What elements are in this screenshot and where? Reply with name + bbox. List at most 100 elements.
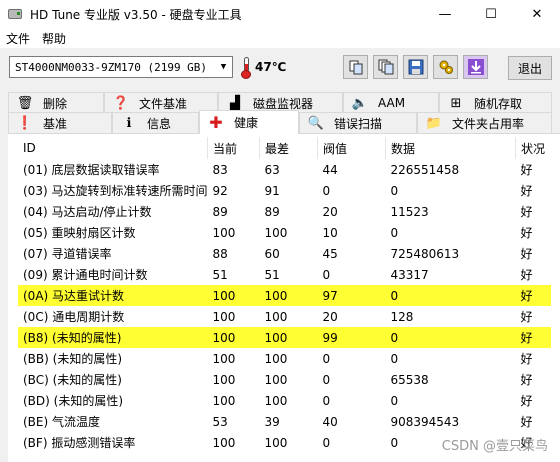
save-icon xyxy=(408,59,423,75)
cell-status: 好 xyxy=(520,247,533,261)
table-row[interactable]: (BD) (未知的属性) 100 100 0 0 好 xyxy=(18,390,551,411)
folder-icon: 📁 xyxy=(425,115,443,131)
table-row[interactable]: (05) 重映射扇区计数 100 100 10 0 好 xyxy=(18,222,551,243)
cell-status: 好 xyxy=(520,268,533,282)
cell-thr: 40 xyxy=(322,414,338,429)
tab-label: 文件基准 xyxy=(139,96,188,111)
menu-help[interactable]: 帮助 xyxy=(36,30,72,47)
table-row[interactable]: (BB) (未知的属性) 100 100 0 0 好 xyxy=(18,348,551,369)
col-header-worst[interactable]: 最差 xyxy=(258,137,318,159)
menu-file[interactable]: 文件 xyxy=(0,30,36,47)
drive-select[interactable]: ST4000NM0033-9ZM170 (2199 GB) ▼ xyxy=(9,56,233,78)
cell-data: 0 xyxy=(385,285,516,306)
cell-worst: 100 xyxy=(264,372,288,387)
cell-data: 0 xyxy=(390,225,399,240)
tab-error-scan[interactable]: 🔍 错误扫描 xyxy=(299,112,417,133)
health-panel: ID 当前 最差 阀值 数据 状况 (01) 底层数据读取错误率 83 63 44 22… xyxy=(8,133,560,462)
cell-thr: 20 xyxy=(322,204,338,219)
cell-data: 11523 xyxy=(390,204,429,219)
tab-erase[interactable]: 🗑 删除 xyxy=(8,92,104,113)
cell-worst: 100 xyxy=(264,435,288,450)
chevron-down-icon[interactable]: ▼ xyxy=(215,57,232,77)
cell-id: (03) 马达旋转到标准转速所需时间 xyxy=(23,184,208,198)
copy-icon xyxy=(349,60,362,75)
exit-button[interactable]: 退出 xyxy=(508,56,552,80)
cell-cur: 100 xyxy=(212,393,236,408)
tab-aam[interactable]: 🔈 AAM xyxy=(343,92,439,113)
cell-id: (0C) 通电周期计数 xyxy=(23,310,125,324)
cell-thr: 10 xyxy=(322,225,338,240)
cell-status: 好 xyxy=(520,415,533,429)
cell-cur: 53 xyxy=(212,414,228,429)
cell-status: 好 xyxy=(520,163,533,177)
thermometer-icon xyxy=(240,57,252,79)
cell-id: (BE) 气流温度 xyxy=(23,415,100,429)
cell-worst: 60 xyxy=(264,246,280,261)
cell-thr: 97 xyxy=(317,285,386,306)
col-header-threshold[interactable]: 阀值 xyxy=(316,137,386,159)
cell-worst: 39 xyxy=(264,414,280,429)
table-row[interactable]: (09) 累计通电时间计数 51 51 0 43317 好 xyxy=(18,264,551,285)
speaker-icon: 🔈 xyxy=(351,95,369,111)
cell-worst: 100 xyxy=(264,351,288,366)
tab-benchmark[interactable]: ❗ 基准 xyxy=(8,112,112,133)
tab-health[interactable]: ✚ 健康 xyxy=(199,110,299,134)
toolbar: ST4000NM0033-9ZM170 (2199 GB) ▼ 47℃ 退出 xyxy=(0,49,560,87)
table-row[interactable]: (04) 马达启动/停止计数 89 89 20 11523 好 xyxy=(18,201,551,222)
cell-worst: 100 xyxy=(264,225,288,240)
cell-cur: 100 xyxy=(207,327,260,348)
cell-worst: 89 xyxy=(264,204,280,219)
minimize-button[interactable]: — xyxy=(422,0,468,28)
close-button[interactable]: ✕ xyxy=(514,0,560,28)
tab-folder-usage[interactable]: 📁 文件夹占用率 xyxy=(417,112,552,133)
random-access-icon: ⊞ xyxy=(450,95,462,111)
col-header-id[interactable]: ID xyxy=(18,137,208,159)
copy-all-button[interactable] xyxy=(373,55,398,79)
table-row[interactable]: (0C) 通电周期计数 100 100 20 128 好 xyxy=(18,306,551,327)
table-row[interactable]: (0A) 马达重试计数 100 100 97 0 好 xyxy=(18,285,552,306)
cell-thr: 44 xyxy=(322,162,338,177)
table-row[interactable]: (B8) (未知的属性) 100 100 99 0 好 xyxy=(18,327,552,348)
cell-id: (01) 底层数据读取错误率 xyxy=(23,163,160,177)
tab-info[interactable]: ℹ 信息 xyxy=(112,112,199,133)
menu-bar: 文件 帮助 xyxy=(0,28,560,48)
cell-thr: 99 xyxy=(317,327,386,348)
cell-id: (04) 马达启动/停止计数 xyxy=(23,205,152,219)
table-header-row: ID 当前 最差 阀值 数据 状况 xyxy=(18,137,552,159)
cell-data: 43317 xyxy=(390,267,429,282)
col-header-current[interactable]: 当前 xyxy=(206,137,260,159)
trash-icon: 🗑 xyxy=(16,95,34,111)
cell-status: 好 xyxy=(520,352,533,366)
cell-data: 128 xyxy=(390,309,414,324)
col-header-status[interactable]: 状况 xyxy=(514,137,552,159)
options-button[interactable] xyxy=(433,55,458,79)
cell-cur: 100 xyxy=(212,225,236,240)
cell-worst: 100 xyxy=(264,309,288,324)
window-title: HD Tune 专业版 v3.50 - 硬盘专业工具 xyxy=(30,7,242,22)
table-row[interactable]: (BE) 气流温度 53 39 40 908394543 好 xyxy=(18,411,551,432)
smart-table: ID 当前 最差 阀值 数据 状况 (01) 底层数据读取错误率 83 63 44 22… xyxy=(18,137,552,453)
table-row[interactable]: (BC) (未知的属性) 100 100 0 65538 好 xyxy=(18,369,551,390)
tab-label: 基准 xyxy=(43,116,68,131)
cell-id: (05) 重映射扇区计数 xyxy=(23,226,136,240)
tab-label: 文件夹占用率 xyxy=(452,116,525,131)
cell-id: (BC) (未知的属性) xyxy=(23,373,122,387)
cell-status: 好 xyxy=(515,285,552,306)
table-row[interactable]: (01) 底层数据读取错误率 83 63 44 226551458 好 xyxy=(18,159,551,180)
tab-random-access[interactable]: ⊞ 随机存取 xyxy=(439,92,552,113)
cell-thr: 20 xyxy=(322,309,338,324)
download-button[interactable] xyxy=(463,55,488,79)
save-button[interactable] xyxy=(403,55,428,79)
cell-data: 0 xyxy=(390,351,399,366)
tab-row-bottom: ❗ 基准 ℹ 信息 ✚ 健康 🔍 错误扫描 📁 文件夹占用率 xyxy=(0,110,560,134)
cell-worst: 100 xyxy=(259,285,318,306)
table-row[interactable]: (07) 寻道错误率 88 60 45 725480613 好 xyxy=(18,243,551,264)
cell-worst: 63 xyxy=(264,162,280,177)
cell-data: 226551458 xyxy=(390,162,460,177)
col-header-data[interactable]: 数据 xyxy=(384,137,516,159)
cell-worst: 100 xyxy=(259,327,318,348)
maximize-button[interactable]: ☐ xyxy=(468,0,514,28)
table-row[interactable]: (03) 马达旋转到标准转速所需时间 92 91 0 0 好 xyxy=(18,180,551,201)
cell-cur: 100 xyxy=(212,372,236,387)
copy-button[interactable] xyxy=(343,55,368,79)
